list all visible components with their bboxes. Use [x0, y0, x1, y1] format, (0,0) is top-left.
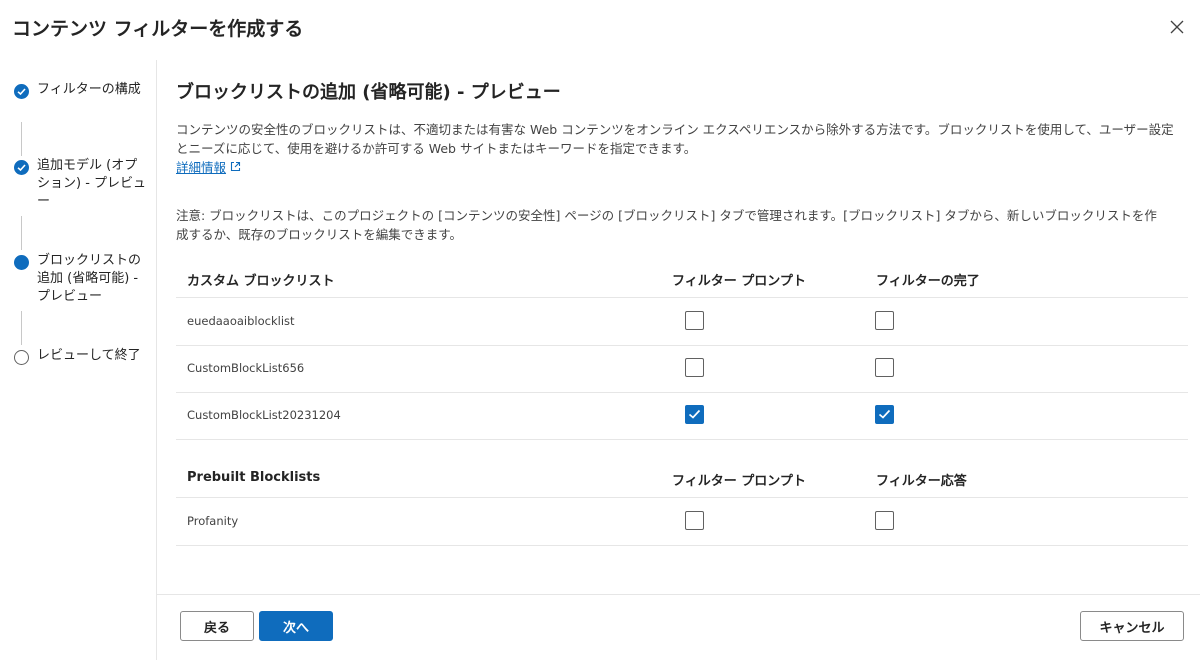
external-link-icon — [230, 161, 241, 172]
section-title: ブロックリストの追加 (省略可能) - プレビュー — [176, 82, 561, 103]
column-header-filter-prompt: フィルター プロンプト — [672, 274, 806, 289]
blocklist-name: euedaaoaiblocklist — [187, 314, 295, 328]
table-row: euedaaoaiblocklist — [176, 299, 1188, 346]
dialog-footer: 戻る 次へ キャンセル — [157, 594, 1200, 660]
table-header: Prebuilt Blocklists フィルター プロンプト フィルター応答 — [176, 458, 1188, 498]
filter-prompt-checkbox[interactable] — [685, 405, 704, 424]
blocklist-name: CustomBlockList20231204 — [187, 408, 341, 422]
table-row: CustomBlockList656 — [176, 346, 1188, 393]
step-current-icon — [14, 255, 29, 270]
close-icon — [1170, 20, 1184, 34]
learn-more-label: 詳細情報 — [176, 160, 227, 175]
wizard-stepper: フィルターの構成 追加モデル (オプション) - プレビュー ブロックリストの追… — [0, 60, 157, 660]
step-connector — [21, 311, 22, 345]
table-header: カスタム ブロックリスト フィルター プロンプト フィルターの完了 — [176, 258, 1188, 298]
learn-more-link[interactable]: 詳細情報 — [176, 157, 241, 176]
filter-response-checkbox[interactable] — [875, 511, 894, 530]
filter-prompt-checkbox[interactable] — [685, 311, 704, 330]
step-label: レビューして終了 — [37, 348, 141, 363]
section-description: コンテンツの安全性のブロックリストは、不適切または有害な Web コンテンツをオ… — [176, 122, 1174, 156]
step-label: 追加モデル (オプション) - プレビュー — [37, 158, 147, 209]
cancel-button[interactable]: キャンセル — [1080, 611, 1184, 641]
back-button[interactable]: 戻る — [180, 611, 254, 641]
table-row: Profanity — [176, 499, 1188, 546]
step-label: フィルターの構成 — [37, 82, 141, 97]
filter-completion-checkbox[interactable] — [875, 358, 894, 377]
step-connector — [21, 122, 22, 156]
column-header-name: カスタム ブロックリスト — [187, 274, 335, 289]
column-header-name: Prebuilt Blocklists — [187, 470, 321, 485]
blocklist-name: Profanity — [187, 514, 239, 528]
blocklist-name: CustomBlockList656 — [187, 361, 305, 375]
checkmark-icon — [878, 409, 891, 419]
column-header-filter-response: フィルター応答 — [876, 474, 967, 489]
filter-prompt-checkbox[interactable] — [685, 358, 704, 377]
next-button[interactable]: 次へ — [259, 611, 333, 641]
dialog-header: コンテンツ フィルターを作成する — [0, 0, 1200, 56]
step-label: ブロックリストの追加 (省略可能) - プレビュー — [37, 253, 142, 304]
step-complete-icon — [14, 84, 29, 99]
blocklist-note: 注意: ブロックリストは、このプロジェクトの [コンテンツの安全性] ページの … — [176, 208, 1157, 242]
step-complete-icon — [14, 160, 29, 175]
step-pending-icon — [14, 350, 29, 365]
close-button[interactable] — [1164, 14, 1190, 40]
table-row: CustomBlockList20231204 — [176, 393, 1188, 440]
step-connector — [21, 216, 22, 250]
filter-completion-checkbox[interactable] — [875, 405, 894, 424]
filter-completion-checkbox[interactable] — [875, 311, 894, 330]
column-header-filter-prompt: フィルター プロンプト — [672, 474, 806, 489]
dialog-title: コンテンツ フィルターを作成する — [12, 18, 304, 40]
column-header-filter-completion: フィルターの完了 — [876, 274, 980, 289]
filter-prompt-checkbox[interactable] — [685, 511, 704, 530]
checkmark-icon — [688, 409, 701, 419]
